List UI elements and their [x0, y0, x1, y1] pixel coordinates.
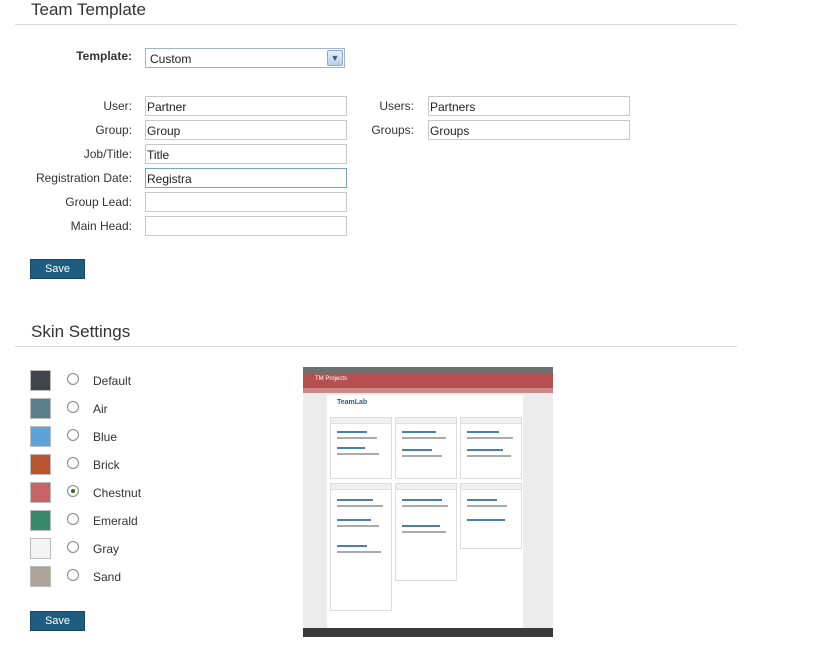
skin-label-emerald: Emerald [93, 514, 138, 528]
skin-label-chestnut: Chestnut [93, 486, 142, 500]
skin-label-default: Default [93, 374, 132, 388]
user-label: User: [103, 99, 132, 113]
main-head-input[interactable] [145, 216, 347, 236]
groups-label: Groups: [371, 123, 414, 137]
user-input[interactable] [145, 96, 347, 116]
preview-logo: TeamLab [337, 399, 368, 406]
template-select-value: Custom [150, 52, 192, 66]
preview-footer [303, 628, 553, 637]
preview-panel [395, 417, 457, 479]
skin-radio-brick[interactable] [67, 457, 79, 469]
main-head-label: Main Head: [70, 219, 132, 233]
divider [15, 346, 737, 347]
group-lead-input[interactable] [145, 192, 347, 212]
job-title-input[interactable] [145, 144, 347, 164]
preview-header-title: TM Projects [315, 376, 348, 382]
users-input[interactable] [428, 96, 630, 116]
preview-top-bar [303, 367, 553, 374]
template-select[interactable]: Custom ▼ [145, 48, 345, 68]
group-label: Group: [95, 123, 132, 137]
skin-swatch-sand [30, 566, 51, 587]
skin-label-sand: Sand [93, 570, 122, 584]
groups-input[interactable] [428, 120, 630, 140]
skin-radio-blue[interactable] [67, 429, 79, 441]
skin-swatch-brick [30, 454, 51, 475]
divider [15, 24, 737, 25]
skin-label-gray: Gray [93, 542, 120, 556]
users-label: Users: [379, 99, 414, 113]
skin-swatch-emerald [30, 510, 51, 531]
preview-subbar [303, 388, 553, 393]
skin-radio-emerald[interactable] [67, 513, 79, 525]
skin-radio-chestnut[interactable] [67, 485, 79, 497]
skin-swatch-gray [30, 538, 51, 559]
registration-date-label: Registration Date: [35, 171, 132, 185]
team-template-title: Team Template [31, 0, 146, 19]
skin-swatch-default [30, 370, 51, 391]
skin-radio-air[interactable] [67, 401, 79, 413]
preview-header: TM Projects [303, 374, 553, 388]
skin-label-brick: Brick [93, 458, 120, 472]
preview-panel [330, 483, 392, 611]
skin-swatch-blue [30, 426, 51, 447]
skin-label-blue: Blue [93, 430, 118, 444]
preview-panel [460, 483, 522, 549]
skin-label-air: Air [93, 402, 108, 416]
skin-settings-title: Skin Settings [31, 322, 131, 341]
registration-date-input[interactable] [145, 168, 347, 188]
group-lead-label: Group Lead: [65, 195, 132, 209]
skin-swatch-chestnut [30, 482, 51, 503]
job-title-label: Job/Title: [83, 147, 132, 161]
chevron-down-icon[interactable]: ▼ [327, 50, 343, 66]
group-input[interactable] [145, 120, 347, 140]
skin-preview: TM Projects TeamLab [303, 367, 553, 637]
skin-swatch-air [30, 398, 51, 419]
save-skin-button[interactable]: Save [30, 611, 85, 631]
skin-radio-gray[interactable] [67, 541, 79, 553]
preview-panel [460, 417, 522, 479]
save-template-button[interactable]: Save [30, 259, 85, 279]
skin-radio-default[interactable] [67, 373, 79, 385]
template-label: Template: [76, 49, 132, 63]
skin-radio-sand[interactable] [67, 569, 79, 581]
preview-body: TeamLab [327, 395, 523, 629]
